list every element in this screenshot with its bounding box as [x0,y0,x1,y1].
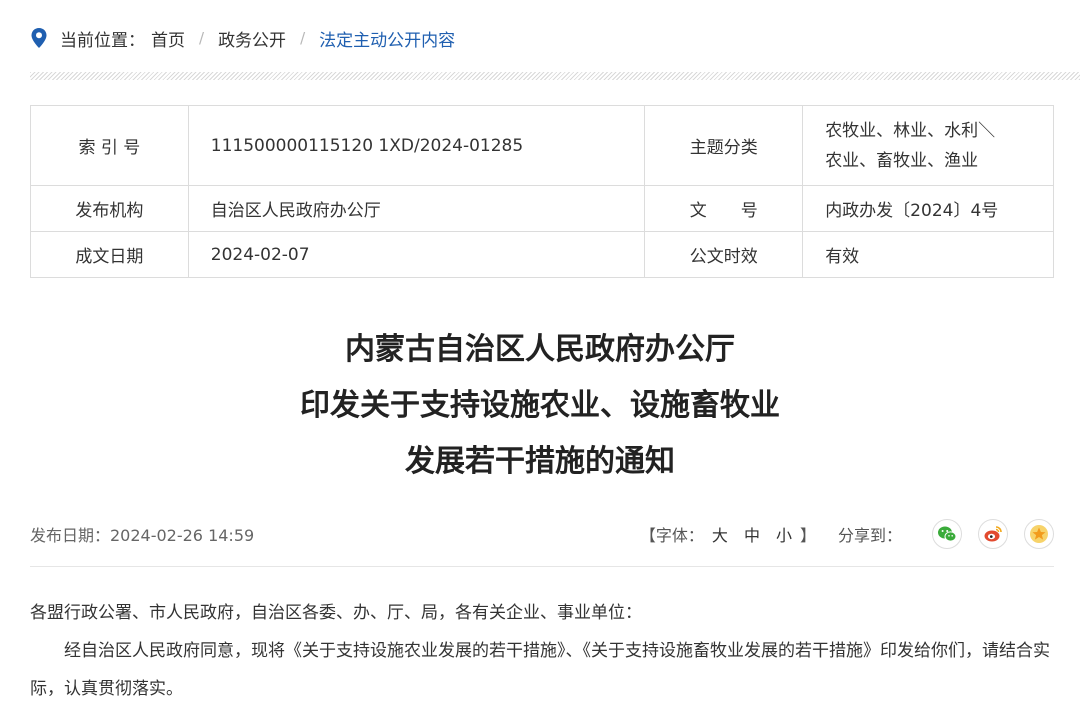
decorative-stripe [30,72,1080,80]
title-line: 发展若干措施的通知 [405,444,675,479]
written-date-value: 2024-02-07 [187,231,646,278]
font-size-control: 【字体： 大中小】 [640,522,816,546]
article-tools: 【字体： 大中小】 分享到： [640,519,1054,549]
index-number-value: 111500000115120 1XD/2024-01285 [187,105,646,186]
paragraph-salutation: 各盟行政公署、市人民政府，自治区各委、办、厅、局，各有关企业、事业单位： [30,603,642,623]
issuer-value: 自治区人民政府办公厅 [187,185,646,232]
topic-value-line1: 农牧业、林业、水利＼ [825,120,996,141]
topic-label: 主题分类 [644,105,804,186]
breadcrumb-separator: / [300,29,306,47]
document-meta-table: 索 引 号 111500000115120 1XD/2024-01285 主题分… [30,105,1054,278]
title-line: 印发关于支持设施农业、设施畜牧业 [300,388,780,423]
divider [30,566,1054,567]
breadcrumb-separator: / [199,29,205,47]
breadcrumb-home-link[interactable]: 首页 [151,26,185,51]
wechat-icon [938,526,957,542]
breadcrumb-public-affairs-link[interactable]: 政务公开 [218,26,286,51]
font-size-prefix: 【字体： [639,526,704,545]
breadcrumb-label: 当前位置： [60,30,145,51]
star-icon [1030,525,1048,543]
topic-value-line2: 农业、畜牧业、渔业 [825,150,979,171]
share-wechat-button[interactable] [932,519,962,549]
document-number-value: 内政办发〔2024〕4号 [802,185,1054,232]
publish-info-row: 发布日期：2024-02-26 14:59 【字体： 大中小】 分享到： [30,512,1054,556]
validity-value: 有效 [802,231,1054,278]
font-size-suffix: 】 [799,526,816,545]
written-date-label: 成文日期 [30,231,189,278]
share-favorite-button[interactable] [1024,519,1054,549]
table-row: 成文日期 2024-02-07 公文时效 有效 [30,231,1054,278]
font-size-large-button[interactable]: 大 [712,526,728,545]
share-weibo-button[interactable] [978,519,1008,549]
validity-label: 公文时效 [644,231,804,278]
font-size-medium-button[interactable]: 中 [744,526,760,545]
topic-value: 农牧业、林业、水利＼ 农业、畜牧业、渔业 [802,105,1054,186]
title-line: 内蒙古自治区人民政府办公厅 [345,332,735,367]
breadcrumb-current-link[interactable]: 法定主动公开内容 [319,26,455,51]
table-row: 索 引 号 111500000115120 1XD/2024-01285 主题分… [30,105,1054,186]
page-title: 内蒙古自治区人民政府办公厅 印发关于支持设施农业、设施畜牧业 发展若干措施的通知 [0,322,1080,490]
weibo-icon [984,526,1002,542]
article-body: 各盟行政公署、市人民政府，自治区各委、办、厅、局，各有关企业、事业单位： 经自治… [30,594,1060,708]
issuer-label: 发布机构 [30,185,189,232]
table-row: 发布机构 自治区人民政府办公厅 文 号 内政办发〔2024〕4号 [30,185,1054,232]
font-size-small-button[interactable]: 小 [776,526,792,545]
share-label: 分享到： [837,526,902,545]
location-pin-icon [31,28,47,48]
breadcrumb: 当前位置： 首页 / 政务公开 / 法定主动公开内容 [30,24,455,52]
paragraph-body: 经自治区人民政府同意，现将《关于支持设施农业发展的若干措施》、《关于支持设施畜牧… [30,641,1050,699]
document-number-label: 文 号 [644,185,804,232]
publish-date: 发布日期：2024-02-26 14:59 [30,526,255,545]
index-number-label: 索 引 号 [30,105,189,186]
